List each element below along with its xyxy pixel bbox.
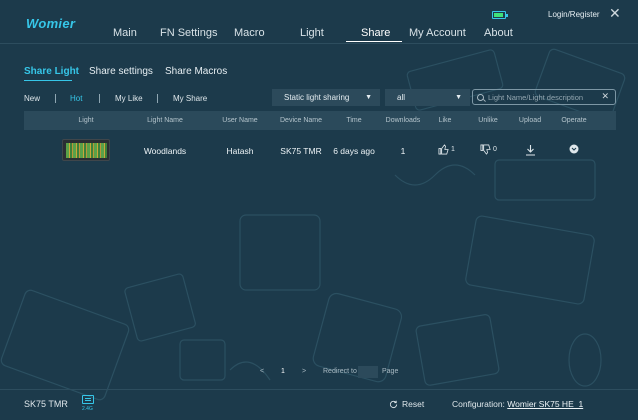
connection-label: 2.4G bbox=[82, 406, 93, 412]
col-like: Like bbox=[438, 117, 452, 124]
light-preview-thumbnail bbox=[62, 139, 110, 161]
operate-menu-icon[interactable] bbox=[569, 144, 579, 154]
nav-light[interactable]: Light bbox=[300, 27, 324, 39]
filter-new[interactable]: New bbox=[24, 94, 40, 103]
nav-share[interactable]: Share bbox=[361, 27, 390, 39]
cell-downloads: 1 bbox=[400, 146, 406, 156]
filter-my-like[interactable]: My Like bbox=[115, 94, 143, 103]
page-number[interactable]: 1 bbox=[281, 368, 285, 375]
redirect-page-input[interactable] bbox=[358, 366, 378, 378]
share-type-dropdown[interactable]: Static light sharing ▼ bbox=[272, 89, 380, 106]
nav-main[interactable]: Main bbox=[113, 27, 137, 39]
share-type-value: Static light sharing bbox=[284, 93, 350, 102]
thumbs-up-icon bbox=[438, 144, 449, 155]
brand-logo: Womier bbox=[26, 16, 76, 31]
reset-label: Reset bbox=[402, 399, 425, 409]
cell-user-name: Hatash bbox=[226, 146, 254, 156]
search-input[interactable] bbox=[488, 92, 598, 102]
cell-device-name: SK75 TMR bbox=[280, 146, 322, 156]
chevron-down-icon: ▼ bbox=[365, 94, 372, 101]
col-downloads: Downloads bbox=[385, 117, 421, 124]
chevron-down-icon: ▼ bbox=[455, 94, 462, 101]
table-header: Light Light Name User Name Device Name T… bbox=[24, 111, 616, 130]
col-upload: Upload bbox=[518, 117, 542, 124]
col-operate: Operate bbox=[561, 117, 587, 124]
active-nav-indicator bbox=[346, 41, 402, 42]
download-icon[interactable] bbox=[525, 144, 536, 156]
subtab-share-settings[interactable]: Share settings bbox=[89, 66, 153, 77]
device-name: SK75 TMR bbox=[24, 399, 68, 409]
unlike-button[interactable]: 0 bbox=[480, 144, 497, 155]
configuration-selector[interactable]: Configuration: Womier SK75 HE_1 bbox=[452, 399, 583, 409]
col-light: Light bbox=[78, 117, 94, 124]
battery-icon bbox=[492, 11, 508, 19]
filter-separator bbox=[55, 94, 56, 103]
nav-my-account[interactable]: My Account bbox=[409, 27, 466, 39]
bottom-divider bbox=[0, 389, 638, 390]
filter-separator bbox=[157, 94, 158, 103]
redirect-label: Redirect to bbox=[323, 368, 357, 375]
next-page-button[interactable]: > bbox=[302, 368, 306, 375]
nav-macro[interactable]: Macro bbox=[234, 27, 265, 39]
subtab-share-light[interactable]: Share Light bbox=[24, 66, 79, 77]
search-icon bbox=[477, 93, 484, 101]
col-unlike: Unlike bbox=[478, 117, 498, 124]
nav-about[interactable]: About bbox=[484, 27, 513, 39]
background-decoration bbox=[0, 48, 626, 401]
unlike-count: 0 bbox=[493, 146, 497, 153]
login-register-link[interactable]: Login/Register bbox=[548, 10, 600, 19]
scope-value: all bbox=[397, 93, 406, 102]
configuration-label: Configuration: bbox=[452, 399, 505, 409]
wireless-icon bbox=[82, 395, 94, 404]
top-bar: Womier Login/Register ✕ Main FN Settings… bbox=[0, 0, 638, 44]
cell-time: 6 days ago bbox=[333, 146, 375, 156]
table-row[interactable]: Woodlands Hatash SK75 TMR 6 days ago 1 1… bbox=[24, 136, 616, 164]
active-subtab-indicator bbox=[24, 80, 72, 81]
filter-hot[interactable]: Hot bbox=[70, 94, 82, 103]
filter-my-share[interactable]: My Share bbox=[173, 94, 207, 103]
filter-separator bbox=[99, 94, 100, 103]
search-box[interactable]: ✕ bbox=[472, 89, 616, 105]
page-label: Page bbox=[382, 368, 399, 375]
refresh-icon bbox=[389, 400, 398, 408]
nav-fn-settings[interactable]: FN Settings bbox=[160, 27, 217, 39]
scope-dropdown[interactable]: all ▼ bbox=[385, 89, 470, 106]
top-divider bbox=[0, 43, 638, 44]
reset-button[interactable]: Reset bbox=[389, 399, 424, 409]
like-count: 1 bbox=[451, 146, 455, 153]
cell-light-name: Woodlands bbox=[143, 146, 187, 156]
subtab-share-macros[interactable]: Share Macros bbox=[165, 66, 227, 77]
col-user-name: User Name bbox=[222, 117, 258, 124]
col-device-name: Device Name bbox=[279, 117, 323, 124]
col-time: Time bbox=[346, 117, 362, 124]
close-icon[interactable]: ✕ bbox=[609, 6, 621, 20]
prev-page-button[interactable]: < bbox=[260, 368, 264, 375]
thumbs-down-icon bbox=[480, 144, 491, 155]
like-button[interactable]: 1 bbox=[438, 144, 455, 155]
clear-icon[interactable]: ✕ bbox=[601, 91, 609, 102]
configuration-value[interactable]: Womier SK75 HE_1 bbox=[507, 399, 583, 409]
col-light-name: Light Name bbox=[147, 117, 183, 124]
